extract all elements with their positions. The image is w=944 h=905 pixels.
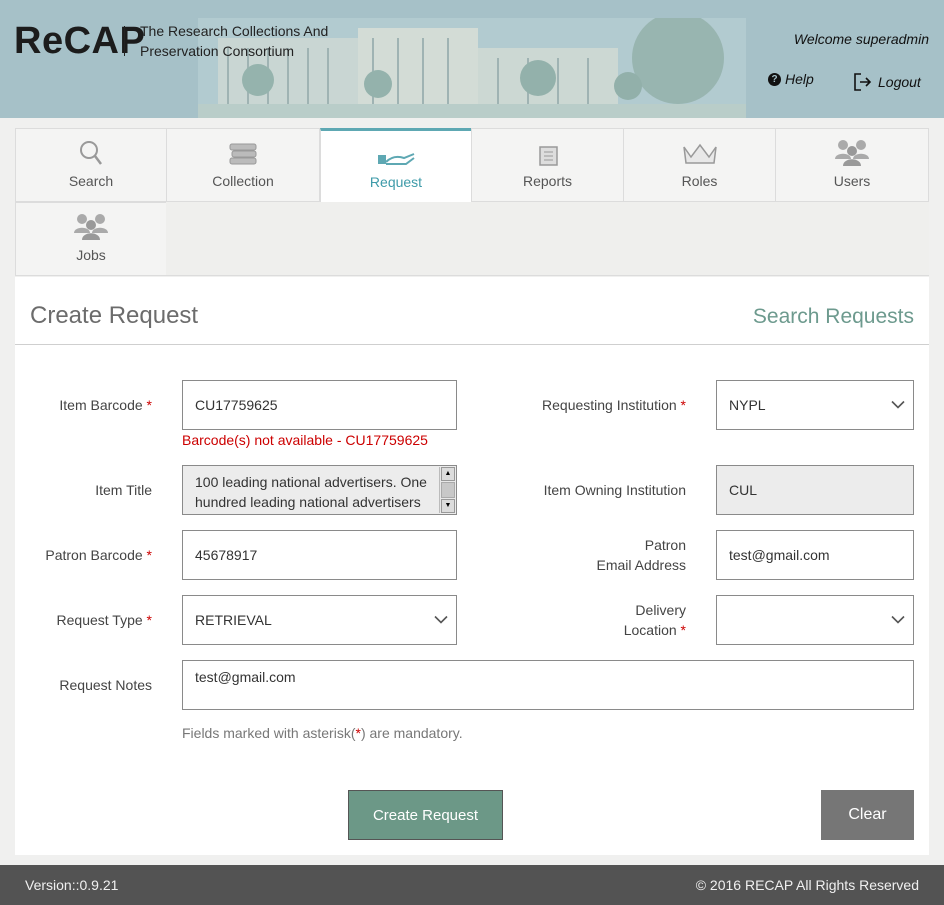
create-request-button[interactable]: Create Request bbox=[348, 790, 503, 840]
welcome-text: Welcome superadmin bbox=[793, 31, 929, 47]
chevron-down-icon bbox=[434, 615, 448, 624]
tab-jobs[interactable]: Jobs bbox=[15, 202, 167, 276]
request-type-label: Request Type * bbox=[56, 612, 152, 628]
question-icon: ? bbox=[768, 72, 781, 86]
scroll-down-icon[interactable]: ▼ bbox=[441, 499, 455, 513]
tab-reports[interactable]: Reports bbox=[471, 128, 624, 202]
tab-roles[interactable]: Roles bbox=[623, 128, 776, 202]
logout-icon bbox=[854, 73, 872, 91]
item-barcode-input[interactable]: CU17759625 bbox=[182, 380, 457, 430]
request-notes-label: Request Notes bbox=[59, 677, 152, 693]
nav-empty-area bbox=[166, 202, 929, 276]
tab-search[interactable]: Search bbox=[15, 128, 167, 202]
version-text: Version::0.9.21 bbox=[25, 877, 119, 893]
mandatory-hint: Fields marked with asterisk(*) are manda… bbox=[182, 725, 463, 741]
barcode-error: Barcode(s) not available - CU17759625 bbox=[182, 432, 428, 448]
tab-label: Request bbox=[369, 174, 423, 190]
owning-institution-field: CUL bbox=[716, 465, 914, 515]
delivery-location-label: Delivery Location * bbox=[623, 602, 686, 638]
main-nav: Search Collection Request Reports Roles bbox=[15, 128, 929, 276]
patron-email-label: Patron Email Address bbox=[596, 537, 686, 573]
patron-barcode-input[interactable]: 45678917 bbox=[182, 530, 457, 580]
copyright-text: © 2016 RECAP All Rights Reserved bbox=[695, 877, 919, 893]
tab-users[interactable]: Users bbox=[775, 128, 929, 202]
delivery-location-select[interactable] bbox=[716, 595, 914, 645]
crown-icon bbox=[682, 143, 717, 164]
item-title-field[interactable]: 100 leading national advertisers. One hu… bbox=[182, 465, 457, 515]
request-notes-textarea[interactable]: test@gmail.com bbox=[182, 660, 914, 710]
tab-label: Jobs bbox=[76, 247, 106, 263]
tab-collection[interactable]: Collection bbox=[166, 128, 320, 202]
recap-logo: ReCAP bbox=[14, 20, 146, 62]
books-icon bbox=[229, 143, 257, 165]
tab-label: Users bbox=[833, 173, 871, 189]
requesting-institution-label: Requesting Institution * bbox=[542, 397, 686, 413]
document-icon bbox=[538, 146, 558, 166]
chevron-down-icon bbox=[891, 400, 905, 409]
requesting-institution-select[interactable]: NYPL bbox=[716, 380, 914, 430]
help-label: Help bbox=[785, 71, 814, 87]
patron-barcode-label: Patron Barcode * bbox=[45, 547, 152, 563]
search-icon bbox=[80, 141, 102, 165]
hand-book-icon bbox=[378, 153, 415, 165]
tab-label: Search bbox=[68, 173, 114, 189]
consortium-name: The Research Collections And Preservatio… bbox=[140, 23, 329, 59]
users-icon bbox=[835, 140, 869, 166]
tab-label: Collection bbox=[212, 173, 274, 189]
tab-label: Reports bbox=[522, 173, 573, 189]
logout-link[interactable]: Logout bbox=[853, 72, 921, 92]
clear-button[interactable]: Clear bbox=[821, 790, 914, 840]
scroll-up-icon[interactable]: ▲ bbox=[441, 467, 455, 481]
tab-label: Roles bbox=[681, 173, 718, 189]
logout-label: Logout bbox=[878, 74, 921, 90]
request-type-select[interactable]: RETRIEVAL bbox=[182, 595, 457, 645]
item-barcode-label: Item Barcode * bbox=[59, 397, 152, 413]
create-request-panel: Create Request Search Requests Item Barc… bbox=[15, 277, 929, 855]
owning-institution-label: Item Owning Institution bbox=[543, 482, 686, 498]
search-requests-link[interactable]: Search Requests bbox=[753, 305, 914, 329]
patron-email-input[interactable]: test@gmail.com bbox=[716, 530, 914, 580]
tab-request[interactable]: Request bbox=[320, 128, 472, 202]
help-link[interactable]: ? Help bbox=[768, 71, 814, 87]
footer: Version::0.9.21 © 2016 RECAP All Rights … bbox=[0, 865, 944, 905]
logo-divider bbox=[124, 26, 125, 56]
item-title-label: Item Title bbox=[95, 482, 152, 498]
item-title-scrollbar[interactable]: ▲ ▼ bbox=[439, 467, 455, 513]
chevron-down-icon bbox=[891, 615, 905, 624]
header: ReCAP The Research Collections And Prese… bbox=[0, 0, 944, 118]
page-title: Create Request bbox=[30, 302, 199, 329]
divider bbox=[15, 344, 929, 345]
users-icon bbox=[74, 214, 108, 240]
